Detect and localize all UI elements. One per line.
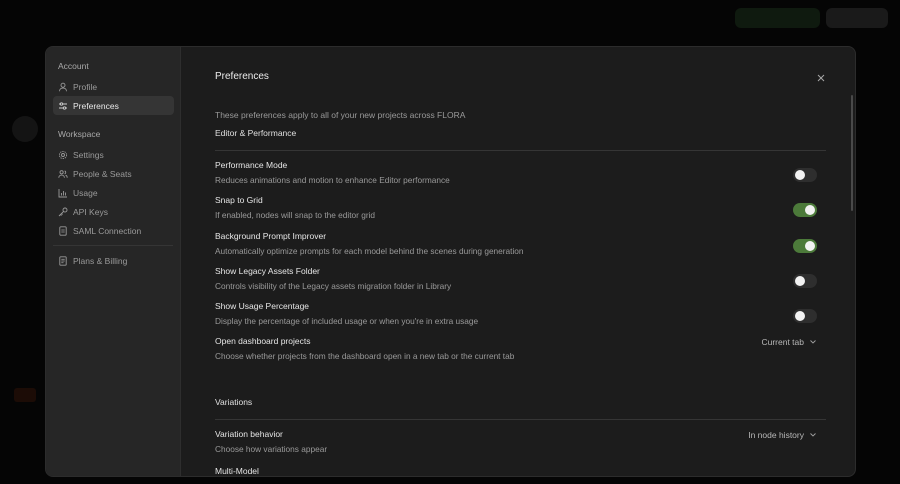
sidebar-item-usage[interactable]: Usage (53, 183, 174, 202)
setting-description: Automatically optimize prompts for each … (215, 245, 524, 256)
sidebar-item-label: Plans & Billing (73, 255, 128, 266)
setting-description: Reduces animations and motion to enhance… (215, 175, 450, 185)
chevron-down-icon (810, 432, 816, 437)
open-dashboard-projects-select[interactable]: Current tab (761, 337, 816, 347)
page-title: Preferences (215, 71, 269, 82)
people-icon (58, 169, 68, 179)
multi-model-heading: Multi-Model (215, 466, 259, 477)
setting-description: Choose how variations appear (215, 443, 328, 454)
scrollbar[interactable] (851, 95, 853, 211)
setting-title: Performance Mode (215, 160, 288, 170)
setting-row-open-dashboard-projects: Open dashboard projects Choose whether p… (215, 336, 826, 371)
intro-text: These preferences apply to all of your n… (215, 110, 466, 120)
toggle-knob (795, 170, 805, 180)
settings-sidebar: Account Profile Preferences Workspace Se… (46, 47, 181, 476)
sidebar-item-label: API Keys (73, 206, 108, 217)
background-button (735, 8, 820, 28)
setting-row-legacy-assets-folder: Show Legacy Assets Folder Controls visib… (215, 266, 826, 301)
bar-chart-icon (58, 188, 68, 198)
setting-title: Show Legacy Assets Folder (215, 265, 320, 276)
key-icon (58, 207, 68, 217)
legacy-assets-folder-toggle[interactable] (793, 273, 817, 288)
sliders-icon (58, 101, 68, 111)
sidebar-item-api-keys[interactable]: API Keys (53, 202, 174, 221)
usage-percentage-toggle[interactable] (793, 309, 817, 324)
background-prompt-improver-toggle[interactable] (793, 238, 817, 253)
toggle-knob (795, 311, 805, 322)
account-section-label: Account (58, 61, 89, 71)
setting-row-background-prompt-improver: Background Prompt Improver Automatically… (215, 231, 826, 266)
sidebar-item-label: SAML Connection (73, 225, 142, 236)
receipt-icon (58, 255, 68, 266)
setting-title: Variation behavior (215, 428, 283, 439)
background-avatar (12, 116, 38, 142)
sidebar-item-label: People & Seats (73, 168, 132, 179)
setting-title: Open dashboard projects (215, 336, 311, 347)
setting-row-variation-behavior: Variation behavior Choose how variations… (215, 429, 826, 464)
sidebar-item-label: Settings (73, 149, 104, 160)
toggle-knob (805, 240, 815, 251)
toggle-knob (805, 205, 815, 216)
setting-row-snap-to-grid: Snap to Grid If enabled, nodes will snap… (215, 195, 826, 230)
performance-mode-toggle[interactable] (793, 168, 817, 182)
sidebar-item-label: Preferences (73, 100, 119, 111)
editor-performance-heading: Editor & Performance (215, 128, 826, 151)
close-button[interactable] (815, 72, 827, 84)
select-value: Current tab (761, 337, 804, 348)
sidebar-item-settings[interactable]: Settings (53, 145, 174, 164)
setting-row-performance-mode: Performance Mode Reduces animations and … (215, 160, 826, 195)
sidebar-item-label: Usage (73, 187, 98, 198)
setting-description: Controls visibility of the Legacy assets… (215, 280, 452, 291)
sidebar-item-label: Profile (73, 81, 98, 92)
setting-row-usage-percentage: Show Usage Percentage Display the percen… (215, 301, 826, 336)
setting-title: Background Prompt Improver (215, 230, 327, 241)
preferences-modal: Account Profile Preferences Workspace Se… (45, 46, 856, 477)
workspace-section-label: Workspace (58, 129, 101, 139)
toggle-knob (795, 275, 805, 286)
setting-description: Display the percentage of included usage… (215, 316, 479, 327)
preferences-content: Preferences These preferences apply to a… (181, 47, 855, 476)
sidebar-item-plans-billing[interactable]: Plans & Billing (53, 251, 174, 270)
variations-heading: Variations (215, 397, 826, 420)
sidebar-item-profile[interactable]: Profile (53, 77, 174, 96)
variation-behavior-select[interactable]: In node history (748, 430, 816, 440)
user-icon (58, 82, 68, 92)
sidebar-item-people-seats[interactable]: People & Seats (53, 164, 174, 183)
select-value: In node history (748, 429, 804, 440)
sidebar-divider (53, 245, 173, 246)
setting-description: If enabled, nodes will snap to the edito… (215, 210, 376, 221)
close-icon (817, 69, 825, 87)
sidebar-item-preferences[interactable]: Preferences (53, 96, 174, 115)
background-badge (14, 388, 36, 402)
gear-icon (58, 150, 68, 160)
sidebar-item-saml-connection[interactable]: SAML Connection (53, 221, 174, 240)
document-icon (58, 225, 68, 236)
chevron-down-icon (810, 340, 816, 345)
snap-to-grid-toggle[interactable] (793, 203, 817, 218)
setting-title: Snap to Grid (215, 195, 263, 206)
setting-description: Choose whether projects from the dashboa… (215, 351, 515, 362)
setting-title: Show Usage Percentage (215, 301, 310, 312)
background-button (826, 8, 888, 28)
